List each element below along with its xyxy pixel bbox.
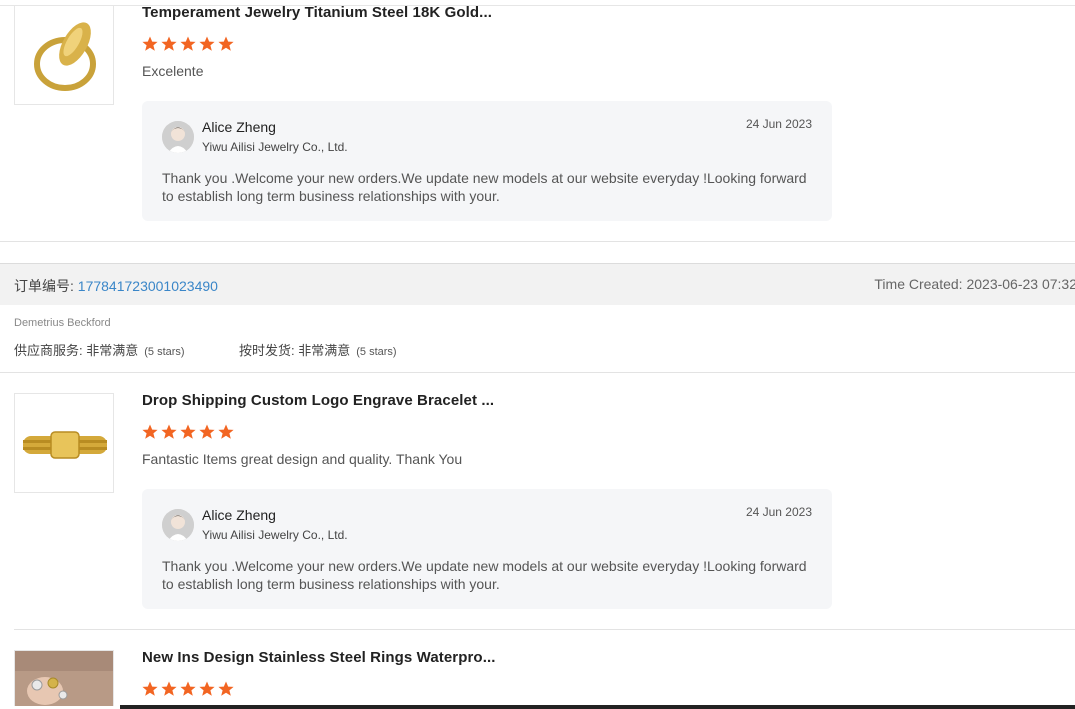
gold-bracelet-image [15,394,113,492]
reply-date: 24 Jun 2023 [745,505,812,519]
star-icon [199,424,215,439]
star-icon [142,424,158,439]
star-icon [199,36,215,51]
supplier-service-value: 非常满意 [86,343,139,358]
avatar [162,509,194,541]
product-title[interactable]: Temperament Jewelry Titanium Steel 18K G… [142,4,492,21]
gold-ring-image [15,6,113,104]
product-title[interactable]: Drop Shipping Custom Logo Engrave Bracel… [142,392,494,409]
ontime-delivery-value: 非常满意 [298,343,351,358]
rating-stars [142,36,234,52]
product-title[interactable]: New Ins Design Stainless Steel Rings Wat… [142,649,496,666]
ontime-delivery-label: 按时发货: [239,343,299,358]
star-icon [142,36,158,51]
reply-text: Thank you .Welcome your new orders.We up… [162,170,807,204]
order-number-label: 订单编号: [14,278,78,294]
star-icon [199,681,215,696]
order-number: 订单编号: 177841723001023490 [14,276,218,296]
section-divider [0,372,1075,373]
star-icon [161,681,177,696]
ontime-delivery-stars: (5 stars) [356,346,397,358]
star-icon [218,36,234,51]
supplier-service-label: 供应商服务: [14,343,87,358]
seller-reply: Alice Zheng Yiwu Ailisi Jewelry Co., Ltd… [142,489,832,609]
supplier-service-stars: (5 stars) [144,346,185,358]
order-header: 订单编号: 177841723001023490 Time Created: 2… [0,263,1075,305]
star-icon [161,36,177,51]
star-icon [180,681,196,696]
star-icon [218,424,234,439]
reply-company-name: Yiwu Ailisi Jewelry Co., Ltd. [202,140,348,154]
star-icon [180,36,196,51]
section-divider [14,629,1075,630]
order-number-link[interactable]: 177841723001023490 [78,278,218,294]
star-icon [180,424,196,439]
review-comment: Excelente [142,63,204,79]
avatar-image [162,121,194,153]
reply-author-name: Alice Zheng [202,119,276,135]
reply-company-name: Yiwu Ailisi Jewelry Co., Ltd. [202,528,348,542]
review-comment: Fantastic Items great design and quality… [142,451,463,467]
buyer-name: Demetrius Beckford [14,317,111,329]
seller-reply: Alice Zheng Yiwu Ailisi Jewelry Co., Ltd… [142,101,832,221]
order-time-created: Time Created: 2023-06-23 07:32 [874,276,1075,292]
rating-stars [142,681,234,697]
star-icon [161,424,177,439]
product-thumbnail[interactable] [14,393,114,493]
steel-rings-image [15,651,113,706]
reply-text: Thank you .Welcome your new orders.We up… [162,558,807,592]
section-divider [0,241,1075,242]
product-thumbnail[interactable] [14,5,114,105]
star-icon [218,681,234,696]
avatar-image [162,509,194,541]
product-thumbnail[interactable] [14,650,114,706]
avatar [162,121,194,153]
star-icon [142,681,158,696]
supplier-service-rating: 供应商服务: 非常满意 (5 stars) [14,340,185,359]
reply-author-name: Alice Zheng [202,507,276,523]
reply-date: 24 Jun 2023 [745,117,812,131]
rating-stars [142,424,234,440]
taskbar-edge [120,705,1075,709]
ontime-delivery-rating: 按时发货: 非常满意 (5 stars) [239,340,397,359]
